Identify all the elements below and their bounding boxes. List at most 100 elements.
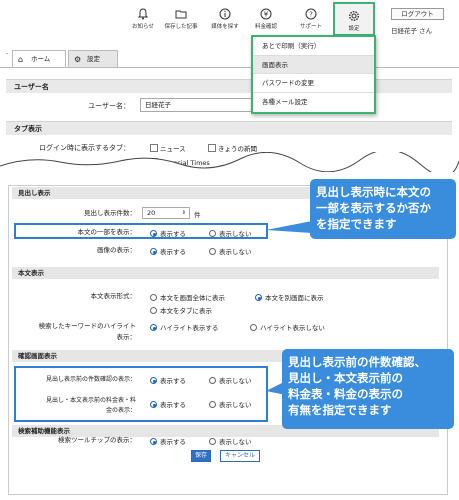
callout-body-part-line2: 一部を表示するか否か [316,201,431,215]
folder-icon [175,10,187,19]
body-part-show-option[interactable]: 表示する [150,228,186,238]
radio[interactable] [250,324,257,331]
user-name: 日経花子 さん [391,27,433,35]
section-username: ユーザー名 [6,79,452,93]
headline-count-label: 見出し表示件数： [84,209,136,217]
checkbox[interactable] [150,144,158,152]
radio[interactable] [150,248,157,255]
svg-text:?: ? [309,11,313,19]
toolbar-support[interactable]: ? サポート [290,8,332,30]
radio[interactable] [150,438,157,445]
tab-settings-label: 設定 [87,55,100,63]
keyword-highlight-label-2: 表示： [116,333,137,341]
callout-confirm-line1: 見出し表示前の件数確認、 [288,355,426,369]
tab-underline [0,67,459,68]
radio[interactable] [209,401,216,408]
radio[interactable] [150,401,157,408]
radio[interactable] [150,230,157,237]
image-hide-option[interactable]: 表示しない [209,246,252,256]
svg-text:¥: ¥ [264,11,269,19]
callout-confirm-pointer [266,381,286,395]
callout-confirm-line3: 料金表・料金の表示の [288,387,403,401]
tab-home-label: ホーム [31,55,51,63]
logout-button[interactable]: ログアウト [391,8,444,20]
menu-item-screen-display[interactable]: 画面表示 [253,55,374,74]
fee-hide-option[interactable]: 表示しない [209,399,252,409]
keyword-highlight-label-1: 検索したキーワードのハイライト [38,322,136,330]
body-part-label: 本文の一部を表示： [77,228,137,236]
callout-confirm: 見出し表示前の件数確認、 見出し・本文表示前の 料金表・料金の表示の 有無を指定… [282,349,454,429]
tooltip-show-option[interactable]: 表示する [150,436,186,446]
bell-icon [137,8,149,20]
help-icon: ? [305,8,317,20]
section-tab-display: タブ表示 [6,121,452,135]
body-part-hide-option[interactable]: 表示しない [209,228,252,238]
gear-icon: ⚙ [74,55,82,64]
screen-display-settings-screenshot: 見出し表示 見出し表示件数： 20 ⇕ 件 本文の一部を表示： 表示する 表示し… [0,179,459,500]
format-fullscreen-option[interactable]: 本文を画面全体に表示 [150,292,225,302]
highlight-off-option[interactable]: ハイライト表示しない [250,322,325,332]
callout-confirm-line2: 見出し・本文表示前の [288,371,403,385]
toolbar-support-label: サポート [299,24,322,30]
toolbar-fee-check[interactable]: ¥ 料金確認 [245,8,287,30]
radio[interactable] [150,294,157,301]
image-display-label: 画像の表示： [97,246,136,254]
toolbar-notifications-label: お知らせ [132,24,154,30]
toolbar-fee-label: 料金確認 [254,24,277,30]
info-icon [219,8,231,20]
toolbar-find-media-label: 媒体を探す [211,24,239,30]
headline-count-select[interactable]: 20 ⇕ [142,207,190,219]
headline-count-unit: 件 [194,211,201,219]
tab-bar: · ⌂ ホーム ⚙ 設定 [0,44,459,68]
chevron-updown-icon: ⇕ [181,210,186,216]
radio[interactable] [150,377,157,384]
toolbar-saved-articles[interactable]: 保存した記事 [160,8,202,30]
toolbar-notifications[interactable]: お知らせ [122,8,164,30]
gear-icon [348,10,360,22]
yen-icon: ¥ [260,8,272,20]
cancel-button[interactable]: キャンセル [220,450,260,462]
tooltip-hide-option[interactable]: 表示しない [209,436,252,446]
image-show-option[interactable]: 表示する [150,246,186,256]
username-input[interactable]: 日経花子 [140,98,254,112]
headline-count-value: 20 [147,209,156,217]
callout-body-part: 見出し表示時に本文の 一部を表示するか否か を指定できます [310,179,456,239]
fee-display-label-2: 金の表示： [105,407,136,414]
radio[interactable] [209,377,216,384]
radio[interactable] [255,294,262,301]
count-confirm-hide-option[interactable]: 表示しない [209,375,252,385]
format-separate-option[interactable]: 本文を別画面に表示 [255,292,324,302]
username-label: ユーザー名： [88,102,130,110]
checkbox[interactable] [208,144,216,152]
callout-body-part-line3: を指定できます [316,217,397,231]
format-tab-option[interactable]: 本文をタブに表示 [150,305,212,315]
settings-dropdown: あとで印刷（実行） 画面表示 パスワードの変更 各種メール設定 [251,35,376,114]
count-confirm-label: 見出し表示前の件数確認の表示： [45,376,136,383]
toolbar-settings[interactable]: 設定 [333,2,375,36]
menu-item-password-change[interactable]: パスワードの変更 [253,74,374,93]
radio[interactable] [150,324,157,331]
tab-home[interactable]: ⌂ ホーム [12,50,66,68]
section-body-display: 本文表示 [12,267,439,279]
menu-item-print-later[interactable]: あとで印刷（実行） [253,37,374,56]
callout-body-part-pointer [266,221,312,233]
settings-menu-screenshot: お知らせ 保存した記事 媒体を探す ¥ 料金確認 ? サポート 設定 ログアウト… [0,0,459,172]
tab-bar-dot: · [6,50,9,58]
save-button[interactable]: 保存 [191,450,211,462]
tab-settings[interactable]: ⚙ 設定 [68,50,118,68]
menu-item-mail-settings[interactable]: 各種メール設定 [253,93,374,112]
fee-show-option[interactable]: 表示する [150,399,186,409]
tooltip-label: 検索ツールチップの表示： [58,436,136,444]
toolbar-saved-label: 保存した記事 [164,24,198,30]
radio[interactable] [209,438,216,445]
home-icon: ⌂ [18,55,24,64]
torn-edge [0,152,459,172]
body-format-label: 本文表示形式： [90,292,137,300]
radio[interactable] [209,230,216,237]
radio[interactable] [150,307,157,314]
callout-body-part-line1: 見出し表示時に本文の [316,185,431,199]
highlight-on-option[interactable]: ハイライト表示する [150,322,218,332]
count-confirm-show-option[interactable]: 表示する [150,375,186,385]
radio[interactable] [209,248,216,255]
toolbar-find-media[interactable]: 媒体を探す [204,8,246,30]
